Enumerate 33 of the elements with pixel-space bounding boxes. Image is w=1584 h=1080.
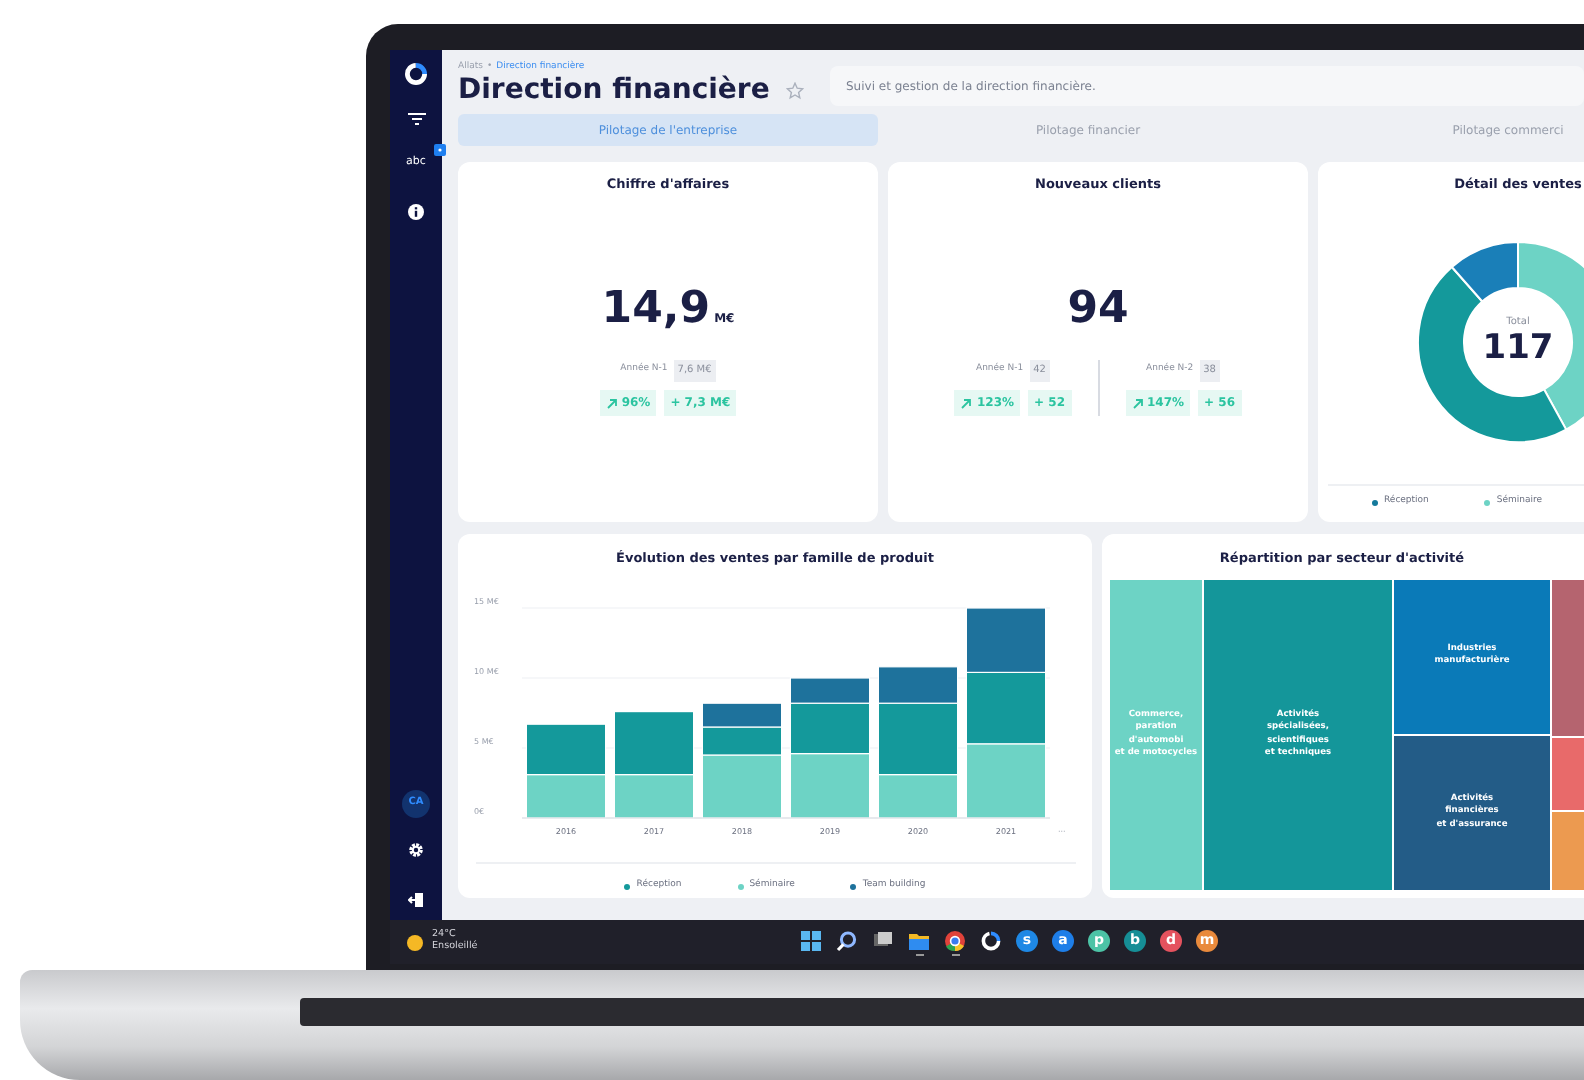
bar bbox=[525, 723, 607, 775]
bar bbox=[789, 752, 871, 819]
bar bbox=[965, 607, 1047, 673]
star-icon[interactable] bbox=[785, 81, 804, 100]
bar bbox=[965, 671, 1047, 745]
trend-up-icon bbox=[960, 397, 973, 410]
browser-icon[interactable] bbox=[944, 929, 966, 951]
legend-dot bbox=[850, 883, 857, 890]
search-icon[interactable] bbox=[836, 929, 858, 951]
legend-dot bbox=[624, 883, 631, 890]
filter-icon[interactable] bbox=[407, 112, 425, 126]
notification-badge bbox=[434, 144, 446, 156]
app-logo[interactable] bbox=[404, 62, 428, 86]
start-icon[interactable] bbox=[800, 929, 822, 951]
legend-dot bbox=[737, 883, 744, 890]
trend-up-icon bbox=[605, 397, 618, 410]
task-view-icon[interactable] bbox=[872, 929, 894, 951]
page-title: Direction financière bbox=[458, 75, 770, 107]
trend-up-icon bbox=[1131, 397, 1143, 410]
bar bbox=[613, 710, 695, 775]
sync-app-icon[interactable] bbox=[980, 929, 1002, 951]
bar bbox=[965, 743, 1047, 819]
folder-icon[interactable] bbox=[908, 929, 930, 951]
logout-icon[interactable] bbox=[408, 892, 424, 908]
sun-icon bbox=[406, 933, 424, 951]
bar bbox=[701, 702, 783, 728]
kpi-value: 94 bbox=[1067, 287, 1129, 332]
settings-icon[interactable] bbox=[408, 842, 424, 858]
bar bbox=[525, 773, 607, 819]
info-icon[interactable] bbox=[408, 203, 424, 219]
bar bbox=[613, 773, 695, 819]
kpi-value: 14,9 bbox=[601, 287, 711, 332]
total-value: 117 bbox=[1482, 330, 1554, 368]
